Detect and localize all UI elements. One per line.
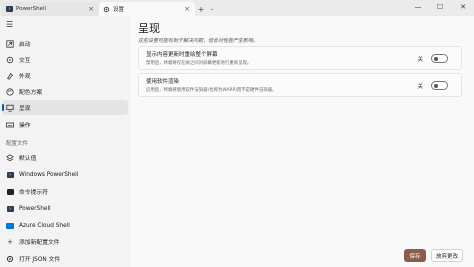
layers-icon <box>6 153 14 162</box>
sidebar-item-interaction[interactable]: 交互 <box>2 52 128 67</box>
settings-content: 呈现 这些设置可能有助于解决问题，但会对性能产生影响。 显示内容更新时重绘整个屏… <box>130 16 474 267</box>
keyboard-icon <box>6 121 14 129</box>
open-json-label: 打开 JSON 文件 <box>19 257 61 263</box>
sidebar: ☰ 启动 交互 外观 配色方案 呈现 操作 配置文件 默认值 › Windows… <box>0 16 130 267</box>
sidebar-item-command-prompt[interactable]: 命令提示符 <box>2 184 128 199</box>
open-json-file-button[interactable]: 打开 JSON 文件 <box>2 251 128 266</box>
setting-title: 显示内容更新时重绘整个屏幕 <box>146 52 218 58</box>
sidebar-item-label: 操作 <box>19 123 31 129</box>
paint-icon <box>6 72 14 80</box>
title-bar: › PowerShell × 设置 × + ⌄ <box>0 0 474 16</box>
tab-powershell[interactable]: › PowerShell × <box>2 2 99 16</box>
page-description: 这些设置可能有助于解决问题，但会对性能产生影响。 <box>138 38 259 44</box>
redraw-toggle[interactable] <box>431 54 448 63</box>
toggle-knob <box>434 57 438 61</box>
minimize-button[interactable]: — <box>408 0 428 14</box>
setting-card-redraw: 显示内容更新时重绘整个屏幕 禁用后，终端将仅在帧之间对屏幕更新进行重新呈现。 关 <box>138 46 462 70</box>
sidebar-item-label: 交互 <box>19 58 31 64</box>
cmd-icon <box>6 188 14 196</box>
sidebar-item-label: PowerShell <box>19 205 51 212</box>
setting-title: 使用软件渲染 <box>146 79 180 85</box>
sidebar-item-launch[interactable]: 启动 <box>2 36 128 51</box>
sidebar-item-label: 外观 <box>19 74 31 80</box>
tab-label: PowerShell <box>16 6 47 12</box>
plus-icon: + <box>7 237 13 246</box>
maximize-button[interactable]: ☐ <box>430 0 450 14</box>
sidebar-item-windows-powershell[interactable]: › Windows PowerShell <box>2 167 128 182</box>
close-tab-icon[interactable]: × <box>87 5 95 13</box>
tab-settings[interactable]: 设置 × <box>99 2 195 16</box>
toggle-state-label: 关 <box>417 84 423 90</box>
sidebar-item-label: 配色方案 <box>19 90 43 96</box>
sidebar-item-label: Azure Cloud Shell <box>19 222 70 229</box>
sidebar-item-rendering[interactable]: 呈现 <box>2 100 128 115</box>
save-button[interactable]: 保存 <box>404 249 426 262</box>
toggle-state-label: 关 <box>417 57 423 63</box>
gear-icon <box>6 255 14 263</box>
setting-description: 启用后，终端将使用软件渲染器(也称为WARP)而不是硬件渲染器。 <box>146 88 277 93</box>
setting-card-software-rendering: 使用软件渲染 启用后，终端将使用软件渲染器(也称为WARP)而不是硬件渲染器。 … <box>138 73 462 97</box>
software-rendering-toggle[interactable] <box>431 81 448 90</box>
setting-description: 禁用后，终端将仅在帧之间对屏幕更新进行重新呈现。 <box>146 61 252 66</box>
sidebar-item-defaults[interactable]: 默认值 <box>2 150 128 165</box>
sidebar-item-color-schemes[interactable]: 配色方案 <box>2 84 128 99</box>
powershell-icon: › <box>6 6 13 12</box>
sidebar-item-label: 命令提示符 <box>19 190 48 196</box>
sidebar-item-label: 添加新配置文件 <box>19 240 60 246</box>
close-window-button[interactable]: ✕ <box>453 0 473 14</box>
menu-icon[interactable]: ☰ <box>6 20 13 29</box>
close-tab-icon[interactable]: × <box>183 5 191 13</box>
azure-icon <box>6 222 14 230</box>
tab-label: 设置 <box>113 7 125 13</box>
tab-dropdown-button[interactable]: ⌄ <box>207 2 217 16</box>
sidebar-item-label: 启动 <box>19 42 31 48</box>
discard-changes-button[interactable]: 放弃更改 <box>431 249 463 262</box>
sidebar-item-appearance[interactable]: 外观 <box>2 68 128 83</box>
toggle-knob <box>434 84 438 88</box>
new-tab-button[interactable]: + <box>195 2 207 16</box>
sidebar-item-label: Windows PowerShell <box>19 171 79 178</box>
sidebar-item-actions[interactable]: 操作 <box>2 117 128 132</box>
monitor-icon <box>6 104 14 112</box>
powershell-icon: › <box>6 205 14 212</box>
sidebar-item-label: 呈现 <box>19 106 31 112</box>
footer-bar: 保存 放弃更改 <box>130 249 474 267</box>
powershell-icon: › <box>6 171 14 178</box>
sidebar-item-azure-cloud-shell[interactable]: Azure Cloud Shell <box>2 218 128 233</box>
sidebar-item-add-profile[interactable]: + 添加新配置文件 <box>2 234 128 249</box>
gear-icon <box>103 6 110 13</box>
sidebar-item-powershell[interactable]: › PowerShell <box>2 201 128 216</box>
sidebar-item-label: 默认值 <box>19 156 37 162</box>
interaction-icon <box>6 56 14 64</box>
launch-icon <box>6 39 14 48</box>
profiles-section-header: 配置文件 <box>6 141 29 147</box>
color-palette-icon <box>6 87 14 96</box>
page-title: 呈现 <box>138 22 160 35</box>
